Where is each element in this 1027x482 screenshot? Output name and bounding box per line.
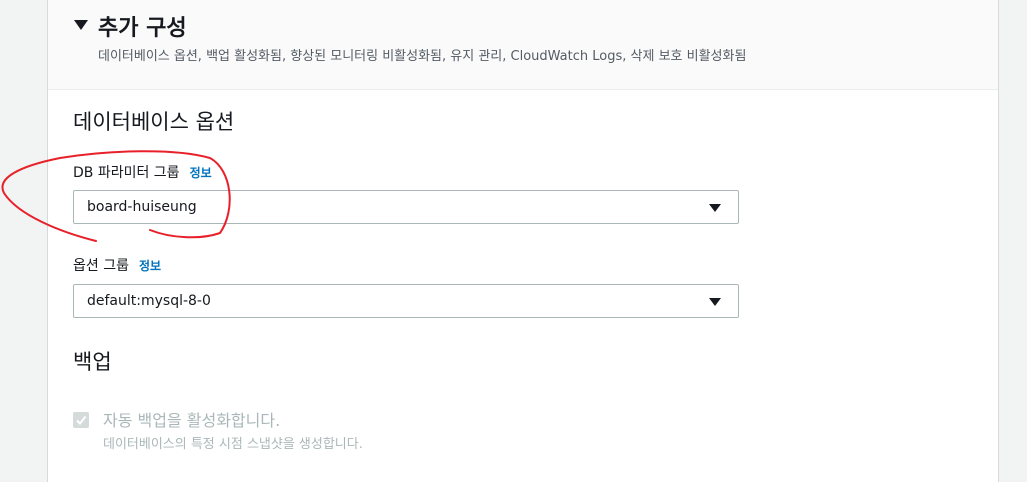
section-description: 데이터베이스 옵션, 백업 활성화됨, 향상된 모니터링 비활성화됨, 유지 관… [98,49,747,64]
auto-backup-checkbox[interactable] [73,412,89,428]
dropdown-caret-icon [709,298,721,306]
option-group-select[interactable]: default:mysql-8-0 [73,284,739,318]
option-group-info-link[interactable]: 정보 [139,259,161,273]
section-header[interactable]: 추가 구성 데이터베이스 옵션, 백업 활성화됨, 향상된 모니터링 비활성화됨… [48,0,998,90]
database-options-heading: 데이터베이스 옵션 [73,110,235,134]
dropdown-caret-icon [709,204,721,212]
section-title[interactable]: 추가 구성 [98,10,187,42]
db-parameter-group-label-text: DB 파라미터 그룹 [73,165,180,181]
option-group-label: 옵션 그룹 정보 [73,255,161,275]
option-group-label-text: 옵션 그룹 [73,258,129,274]
backup-heading: 백업 [73,350,112,374]
checkmark-icon [76,415,87,426]
auto-backup-label: 자동 백업을 활성화합니다. [103,411,281,430]
option-group-value: default:mysql-8-0 [87,293,211,309]
db-parameter-group-select[interactable]: board-huiseung [73,190,739,224]
auto-backup-description: 데이터베이스의 특정 시점 스냅샷을 생성합니다. [103,437,363,452]
db-parameter-group-label: DB 파라미터 그룹 정보 [73,162,212,182]
db-parameter-group-value: board-huiseung [87,199,197,215]
caret-down-icon[interactable] [74,20,88,30]
additional-config-panel: 추가 구성 데이터베이스 옵션, 백업 활성화됨, 향상된 모니터링 비활성화됨… [47,0,999,482]
db-parameter-group-info-link[interactable]: 정보 [190,166,212,180]
